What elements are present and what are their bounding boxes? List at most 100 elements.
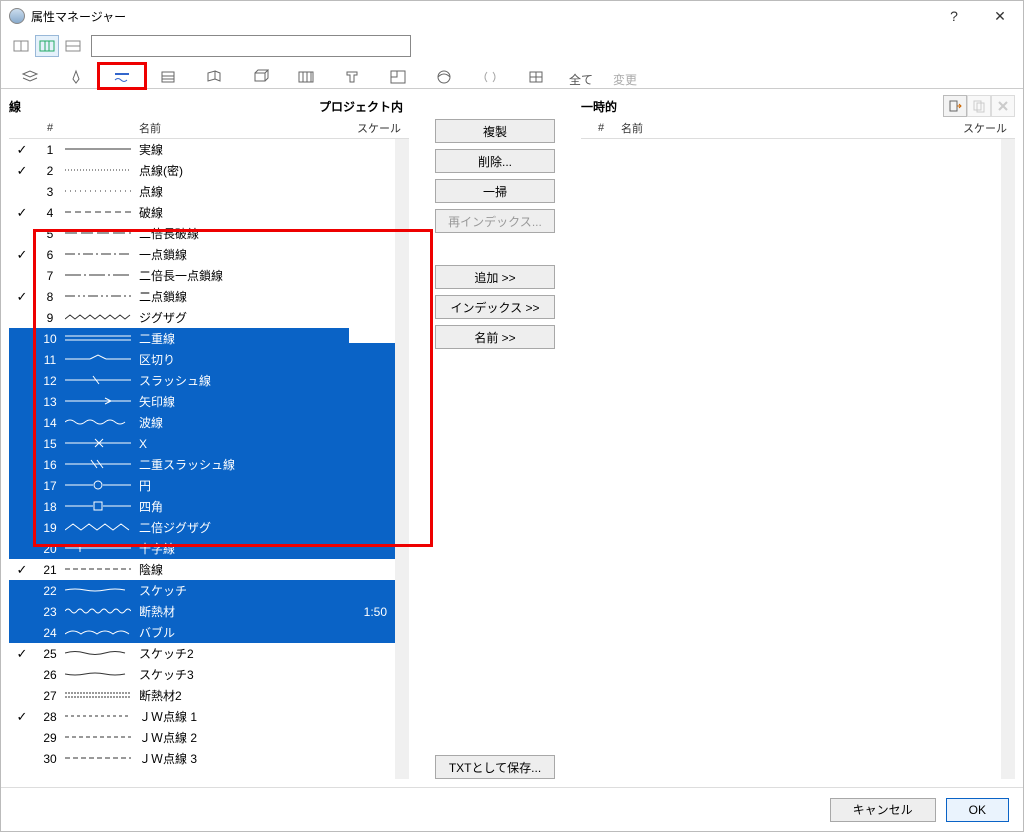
row-number: 19 xyxy=(35,521,65,535)
line-row[interactable]: 16二重スラッシュ線 xyxy=(9,454,395,475)
line-row[interactable]: 18四角 xyxy=(9,496,395,517)
line-row[interactable]: 13矢印線 xyxy=(9,391,395,412)
save-txt-button[interactable]: TXTとして保存... xyxy=(435,755,555,779)
add-button[interactable]: 追加 >> xyxy=(435,265,555,289)
row-number: 6 xyxy=(35,248,65,262)
tab-op[interactable] xyxy=(467,64,513,88)
line-row[interactable]: ✓4破線 xyxy=(9,202,395,223)
row-number: 24 xyxy=(35,626,65,640)
line-pattern-icon xyxy=(65,731,139,745)
tab-profiles[interactable] xyxy=(329,64,375,88)
row-number: 26 xyxy=(35,668,65,682)
tab-pens[interactable] xyxy=(53,64,99,88)
tab-composites[interactable] xyxy=(283,64,329,88)
line-row[interactable]: 10二重線 xyxy=(9,328,395,349)
line-row[interactable]: 11区切り xyxy=(9,349,395,370)
cancel-button[interactable]: キャンセル xyxy=(830,798,936,822)
row-name: 矢印線 xyxy=(139,393,339,410)
line-row[interactable]: 24バブル xyxy=(9,622,395,643)
line-row[interactable]: 19 二倍ジグザグ xyxy=(9,517,395,538)
clear-button[interactable]: 一掃 xyxy=(435,179,555,203)
row-name: X xyxy=(139,437,339,451)
line-row[interactable]: ✓25スケッチ2 xyxy=(9,643,395,664)
tab-change: 変更 xyxy=(603,71,647,88)
ok-button[interactable]: OK xyxy=(946,798,1009,822)
row-number: 9 xyxy=(35,311,65,325)
line-pattern-icon xyxy=(65,668,139,682)
line-pattern-icon xyxy=(65,479,139,493)
row-number: 20 xyxy=(35,542,65,556)
help-button[interactable]: ? xyxy=(931,1,977,31)
line-row[interactable]: 20 十字線 xyxy=(9,538,395,559)
line-row[interactable]: 22スケッチ xyxy=(9,580,395,601)
row-name: 区切り xyxy=(139,351,339,368)
view-mode-1-button[interactable] xyxy=(9,35,33,57)
row-number: 30 xyxy=(35,752,65,766)
row-name: 二点鎖線 xyxy=(139,288,339,305)
row-number: 17 xyxy=(35,479,65,493)
tab-layers[interactable] xyxy=(7,64,53,88)
line-row[interactable]: 30ＪＷ点線 3 xyxy=(9,748,395,769)
line-row[interactable]: ✓2点線(密) xyxy=(9,160,395,181)
line-row[interactable]: 12スラッシュ線 xyxy=(9,370,395,391)
line-row[interactable]: 27断熱材2 xyxy=(9,685,395,706)
name-button[interactable]: 名前 >> xyxy=(435,325,555,349)
row-name: 二重線 xyxy=(139,330,339,347)
row-name: 二倍ジグザグ xyxy=(139,519,339,536)
tab-surfaces[interactable] xyxy=(191,64,237,88)
reindex-button[interactable]: 再インデックス... xyxy=(435,209,555,233)
line-pattern-icon xyxy=(65,437,139,451)
tab-fills[interactable] xyxy=(145,64,191,88)
line-row[interactable]: 9 ジグザグ xyxy=(9,307,395,328)
temp-list[interactable] xyxy=(581,139,1015,779)
check-icon: ✓ xyxy=(9,289,35,305)
tab-mep[interactable] xyxy=(421,64,467,88)
row-name: スケッチ2 xyxy=(139,645,339,662)
view-mode-3-button[interactable] xyxy=(61,35,85,57)
view-mode-2-button[interactable] xyxy=(35,35,59,57)
line-row[interactable]: 7二倍長一点鎖線 xyxy=(9,265,395,286)
line-row[interactable]: 17 円 xyxy=(9,475,395,496)
tab-materials[interactable] xyxy=(237,64,283,88)
line-row[interactable]: 15X xyxy=(9,433,395,454)
line-row[interactable]: 26スケッチ3 xyxy=(9,664,395,685)
row-name: 断熱材 xyxy=(139,603,339,620)
tab-zones[interactable] xyxy=(375,64,421,88)
row-name: ＪＷ点線 1 xyxy=(139,708,339,725)
line-pattern-icon xyxy=(65,290,139,304)
row-number: 4 xyxy=(35,206,65,220)
line-list[interactable]: ✓1実線✓2点線(密)3点線 ✓ 4 破線 5二倍長破線✓6一点鎖線7二倍長一点鎖線✓8… xyxy=(9,139,409,779)
row-name: 二重スラッシュ線 xyxy=(139,456,339,473)
scrollbar-thumb[interactable] xyxy=(395,139,409,279)
right-grid-header: # 名前 スケール xyxy=(581,117,1015,139)
row-name: ジグザグ xyxy=(139,309,339,326)
tab-all[interactable]: 全て xyxy=(559,71,603,88)
check-icon: ✓ xyxy=(9,646,35,662)
line-row[interactable]: 3点線 xyxy=(9,181,395,202)
row-name: 破線 xyxy=(139,204,339,221)
duplicate-button[interactable]: 複製 xyxy=(435,119,555,143)
line-row[interactable]: ✓8二点鎖線 xyxy=(9,286,395,307)
import-icon[interactable] xyxy=(943,95,967,117)
line-row[interactable]: ✓28ＪＷ点線 1 xyxy=(9,706,395,727)
line-row[interactable]: ✓1実線 xyxy=(9,139,395,160)
scale-edit-field[interactable] xyxy=(349,328,395,343)
line-row[interactable]: 5二倍長破線 xyxy=(9,223,395,244)
tab-grid[interactable] xyxy=(513,64,559,88)
line-row[interactable]: 14波線 xyxy=(9,412,395,433)
tab-lines[interactable] xyxy=(99,64,145,88)
row-name: 円 xyxy=(139,477,339,494)
delete-button[interactable]: 削除... xyxy=(435,149,555,173)
line-pattern-icon xyxy=(65,311,139,325)
close-button[interactable]: ✕ xyxy=(977,1,1023,31)
index-button[interactable]: インデックス >> xyxy=(435,295,555,319)
line-row[interactable]: ✓21陰線 xyxy=(9,559,395,580)
line-row[interactable]: ✓6一点鎖線 xyxy=(9,244,395,265)
line-row[interactable]: 29ＪＷ点線 2 xyxy=(9,727,395,748)
row-name: 十字線 xyxy=(139,540,339,557)
line-row[interactable]: 23断熱材1:50 xyxy=(9,601,395,622)
check-icon: ✓ xyxy=(9,142,35,158)
row-name: 波線 xyxy=(139,414,339,431)
row-number: 18 xyxy=(35,500,65,514)
search-input[interactable] xyxy=(91,35,411,57)
